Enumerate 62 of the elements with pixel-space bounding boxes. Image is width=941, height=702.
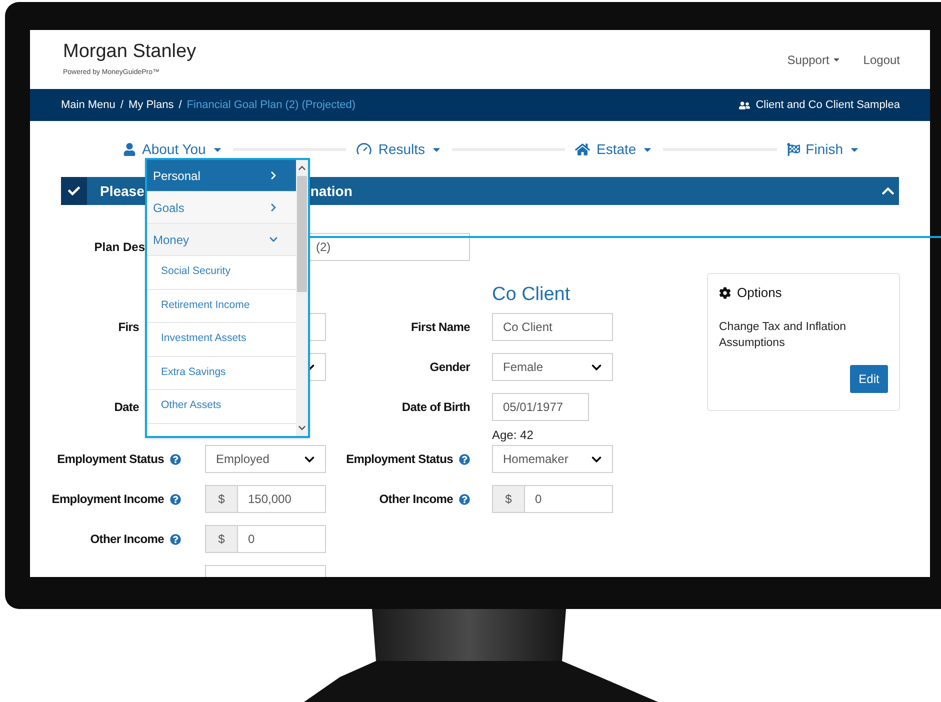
section-title: Please <box>100 182 144 200</box>
help-icon[interactable] <box>170 494 181 504</box>
step-tab[interactable]: Finish <box>786 138 860 160</box>
field-label: Date of Birth <box>402 399 470 416</box>
menu-item[interactable]: Money <box>147 224 296 256</box>
field-label: Other Income <box>90 531 164 548</box>
field-label: Firs <box>118 319 139 336</box>
users-icon <box>738 100 750 110</box>
menu-item[interactable]: Personal <box>147 160 296 192</box>
input-field[interactable]: Co Client <box>492 313 613 341</box>
breadcrumb-link[interactable]: Main Menu <box>61 96 116 114</box>
field-label: Employment Status <box>57 451 164 468</box>
currency-prefix: $ <box>206 486 238 512</box>
options-text: Change Tax and Inflation Assumptions <box>719 320 848 350</box>
field-label: Other Income <box>379 491 453 508</box>
help-icon[interactable] <box>459 454 470 464</box>
field-label: First Name <box>410 319 470 336</box>
co-client-heading: Co Client <box>492 282 570 307</box>
options-title: Options <box>737 284 782 302</box>
field-label: Plan Des <box>94 239 145 256</box>
section-title: nation <box>310 182 352 200</box>
age-note: Age: 42 <box>492 428 534 442</box>
logo-text: Morgan Stanley <box>63 40 196 64</box>
input-field[interactable]: 05/01/1977 <box>492 393 589 421</box>
currency-prefix: $ <box>493 486 525 512</box>
header-link[interactable]: Logout <box>863 50 900 68</box>
help-icon[interactable] <box>170 454 181 464</box>
step-tab[interactable]: About You <box>123 138 223 160</box>
money-input-field[interactable]: $ 150,000 <box>205 485 326 513</box>
currency-prefix: $ <box>206 526 238 552</box>
select-field[interactable]: Homemaker <box>492 445 613 473</box>
field-label: Date <box>114 399 139 416</box>
select-field[interactable]: Employed <box>205 445 326 473</box>
money-input-field[interactable]: $ 0 <box>492 485 613 513</box>
header-link[interactable]: Support <box>787 50 842 68</box>
flag-icon <box>786 142 800 156</box>
chevron-right-icon <box>269 203 278 212</box>
step-tab[interactable]: Estate <box>575 138 654 160</box>
step-tab[interactable]: Results <box>356 138 442 160</box>
check-icon <box>68 185 80 197</box>
select-field[interactable]: Female <box>492 353 613 381</box>
settings-icon <box>719 286 731 299</box>
gauge-icon <box>356 141 372 157</box>
menu-item[interactable]: Goals <box>147 192 296 224</box>
money-input-field[interactable]: $ 0 <box>205 525 326 553</box>
scrollbar[interactable] <box>296 160 308 436</box>
chevron-right-icon <box>269 171 278 180</box>
breadcrumb-separator: / <box>178 98 182 113</box>
field-label: Gender <box>430 359 470 376</box>
scroll-up-icon[interactable] <box>298 164 306 172</box>
field-label: Employment Income <box>52 491 164 508</box>
client-name: Client and Co Client Samplea <box>756 98 900 113</box>
help-icon[interactable] <box>170 534 181 544</box>
field-label: Employment Status <box>346 451 453 468</box>
scroll-down-icon[interactable] <box>298 424 306 432</box>
edit-button[interactable]: Edit <box>850 364 888 392</box>
home-icon <box>575 142 590 156</box>
help-icon[interactable] <box>459 494 470 504</box>
breadcrumb-link[interactable]: Financial Goal Plan (2) (Projected) <box>186 96 356 114</box>
breadcrumb-separator: / <box>120 98 124 113</box>
user-icon <box>123 142 136 156</box>
breadcrumb-link[interactable]: My Plans <box>128 96 174 114</box>
